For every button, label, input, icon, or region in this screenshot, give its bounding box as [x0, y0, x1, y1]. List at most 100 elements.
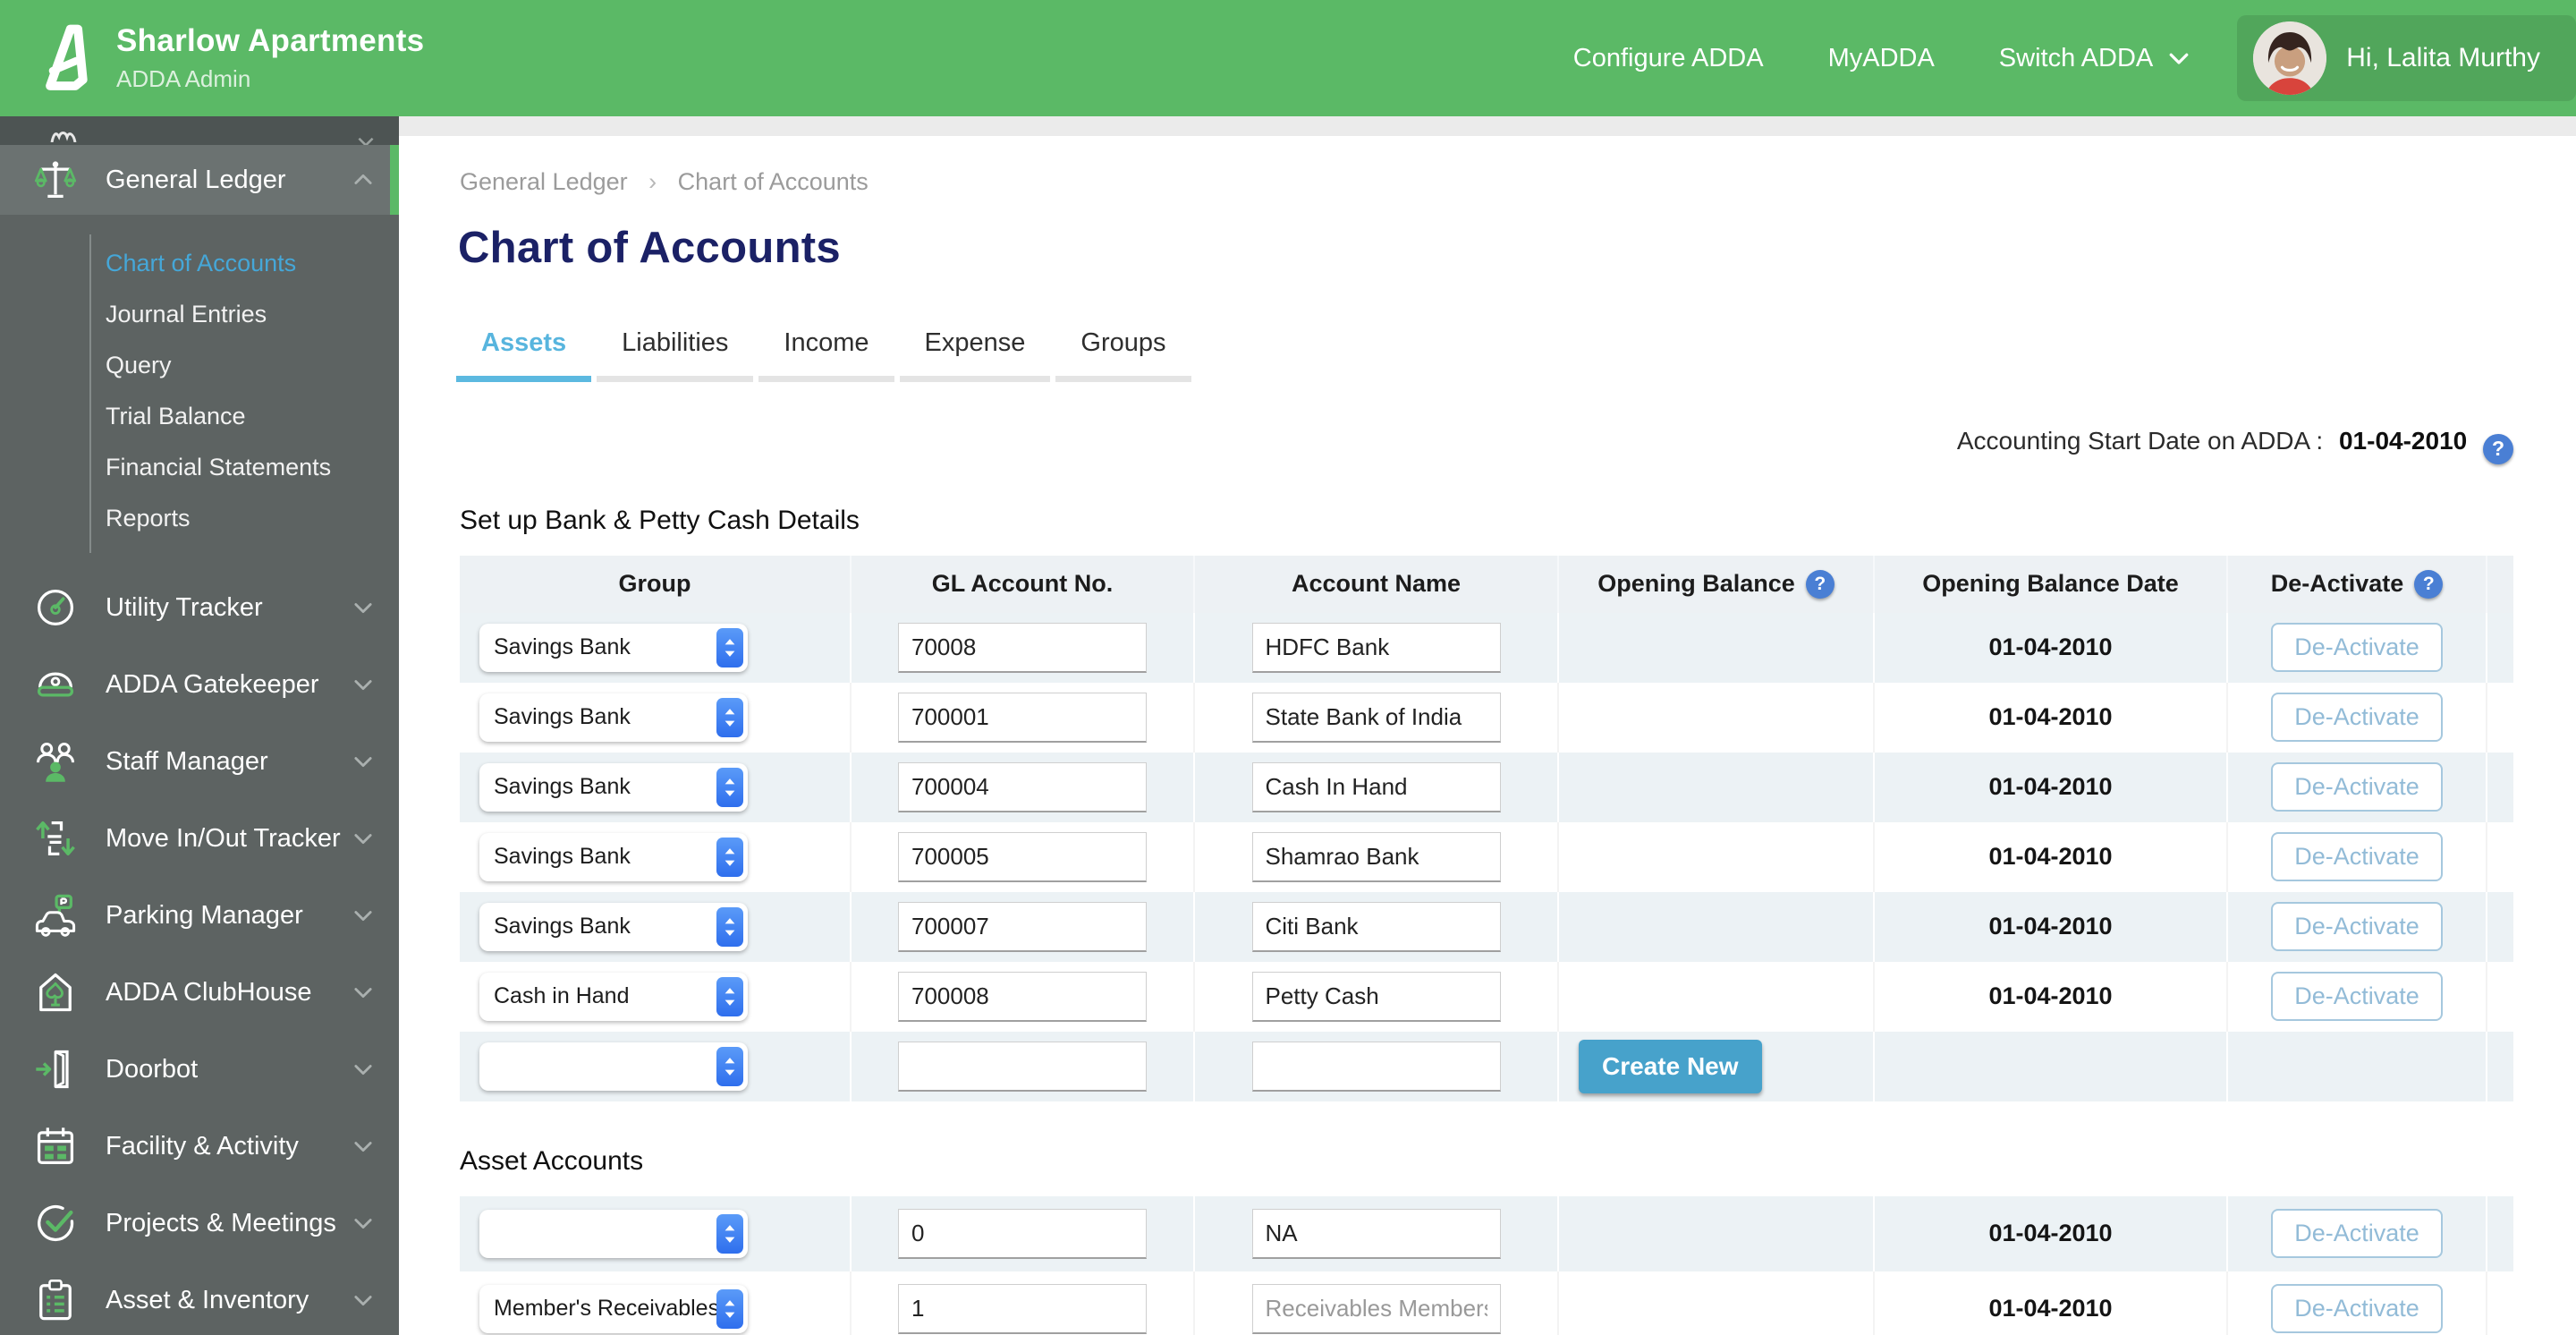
- account-name-input[interactable]: [1251, 971, 1501, 1022]
- deactivate-cell: [2226, 1031, 2486, 1101]
- help-icon[interactable]: ?: [2414, 569, 2444, 599]
- spacer-cell: [2486, 891, 2513, 962]
- sidebar-item-utility-tracker[interactable]: Utility Tracker: [0, 569, 399, 646]
- chevron-up-icon: [351, 167, 376, 192]
- column-header-de-activate: De-Activate?: [2226, 555, 2486, 613]
- gl-account-input[interactable]: [898, 971, 1147, 1022]
- sidebar-item-facility-activity[interactable]: Facility & Activity: [0, 1108, 399, 1185]
- breadcrumb: General Ledger › Chart of Accounts: [460, 168, 2576, 196]
- sidebar-item-query[interactable]: Query: [0, 340, 399, 391]
- group-cell: [460, 1032, 850, 1101]
- group-select[interactable]: [479, 1209, 748, 1258]
- deactivate-button[interactable]: De-Activate: [2271, 1209, 2443, 1258]
- configure-adda-link[interactable]: Configure ADDA: [1573, 44, 1764, 73]
- group-select-value: Savings Bank: [494, 844, 631, 869]
- gl-account-input[interactable]: [898, 1041, 1147, 1092]
- group-select[interactable]: Savings Bank: [479, 623, 748, 672]
- gatekeeper-cap-icon: [30, 659, 80, 710]
- chevron-down-icon: [351, 672, 376, 697]
- tab-groups[interactable]: Groups: [1055, 328, 1191, 382]
- opening-balance-cell: [1557, 612, 1873, 683]
- group-select[interactable]: Member's Receivables: [479, 1284, 748, 1333]
- table-row: Savings Bank 01-04-2010 De-Activate: [460, 682, 2513, 753]
- gl-account-cell: [850, 1195, 1193, 1271]
- group-select[interactable]: Cash in Hand: [479, 972, 748, 1021]
- sidebar-item-general-ledger[interactable]: General Ledger: [0, 145, 399, 215]
- deactivate-button[interactable]: De-Activate: [2271, 902, 2443, 951]
- switch-adda-link[interactable]: Switch ADDA: [1999, 44, 2192, 73]
- deactivate-button[interactable]: De-Activate: [2271, 972, 2443, 1021]
- user-chip[interactable]: Hi, Lalita Murthy: [2237, 15, 2576, 101]
- sidebar-item-adda-clubhouse[interactable]: ADDA ClubHouse: [0, 954, 399, 1031]
- account-name-input[interactable]: [1251, 761, 1501, 812]
- table-row: Cash in Hand 01-04-2010 De-Activate: [460, 961, 2513, 1032]
- group-select[interactable]: Savings Bank: [479, 762, 748, 812]
- gl-account-input[interactable]: [898, 1283, 1147, 1334]
- create-new-button[interactable]: Create New: [1579, 1039, 1762, 1093]
- sidebar-item-projects-meetings[interactable]: Projects & Meetings: [0, 1185, 399, 1262]
- group-select[interactable]: [479, 1042, 748, 1091]
- group-select[interactable]: Savings Bank: [479, 693, 748, 742]
- breadcrumb-general-ledger[interactable]: General Ledger: [460, 168, 628, 195]
- top-header: Sharlow Apartments ADDA Admin Configure …: [0, 0, 2576, 116]
- gl-account-input[interactable]: [898, 622, 1147, 673]
- app-label: ADDA Admin: [116, 65, 251, 92]
- bank-section-title: Set up Bank & Petty Cash Details: [460, 505, 860, 535]
- select-spinner-icon: [716, 697, 743, 737]
- breadcrumb-chart-of-accounts[interactable]: Chart of Accounts: [678, 168, 869, 195]
- account-name-input[interactable]: [1251, 1208, 1501, 1259]
- user-greeting: Hi, Lalita Murthy: [2346, 43, 2540, 72]
- help-icon[interactable]: ?: [2483, 433, 2513, 464]
- account-name-input[interactable]: [1251, 831, 1501, 882]
- sidebar-item-label: ADDA Gatekeeper: [106, 669, 319, 699]
- gl-account-input[interactable]: [898, 901, 1147, 952]
- sidebar-item-chart-of-accounts[interactable]: Chart of Accounts: [0, 238, 399, 289]
- table-header-row: Group GL Account No. Account Name Opening B…: [460, 555, 2513, 613]
- account-name-input[interactable]: [1251, 901, 1501, 952]
- sidebar-item-asset-inventory[interactable]: Asset & Inventory: [0, 1262, 399, 1335]
- deactivate-button[interactable]: De-Activate: [2271, 1284, 2443, 1333]
- group-select[interactable]: Savings Bank: [479, 902, 748, 951]
- group-select-value: Savings Bank: [494, 774, 631, 799]
- deactivate-button[interactable]: De-Activate: [2271, 762, 2443, 812]
- sidebar-item-trial-balance[interactable]: Trial Balance: [0, 391, 399, 442]
- myadda-link[interactable]: MyADDA: [1828, 44, 1935, 73]
- gl-account-cell: [850, 682, 1193, 753]
- deactivate-button[interactable]: De-Activate: [2271, 832, 2443, 881]
- tab-assets[interactable]: Assets: [456, 328, 592, 382]
- account-name-input[interactable]: [1251, 1283, 1501, 1334]
- gl-account-input[interactable]: [898, 1208, 1147, 1259]
- opening-balance-cell: [1557, 961, 1873, 1032]
- gl-account-cell: [850, 612, 1193, 683]
- sidebar-item-parking-manager[interactable]: Parking Manager: [0, 877, 399, 954]
- spacer-cell: [2486, 1031, 2513, 1101]
- group-cell: Savings Bank: [460, 822, 850, 892]
- sidebar-item-journal-entries[interactable]: Journal Entries: [0, 289, 399, 340]
- opening-balance-cell: [1557, 821, 1873, 892]
- sidebar-item-doorbot[interactable]: Doorbot: [0, 1031, 399, 1108]
- deactivate-button[interactable]: De-Activate: [2271, 693, 2443, 742]
- staff-people-icon: [30, 736, 80, 787]
- adda-admin-app: Sharlow Apartments ADDA Admin Configure …: [0, 0, 2576, 1335]
- tab-income[interactable]: Income: [758, 328, 894, 382]
- sidebar-item-adda-gatekeeper[interactable]: ADDA Gatekeeper: [0, 646, 399, 723]
- account-name-input[interactable]: [1251, 622, 1501, 673]
- group-select-value: Cash in Hand: [494, 983, 630, 1008]
- gl-account-input[interactable]: [898, 761, 1147, 812]
- sidebar-item-reports[interactable]: Reports: [0, 493, 399, 544]
- account-name-input[interactable]: [1251, 1041, 1501, 1092]
- tab-expense[interactable]: Expense: [899, 328, 1051, 382]
- help-icon[interactable]: ?: [1805, 569, 1835, 599]
- sidebar-item-financial-statements[interactable]: Financial Statements: [0, 442, 399, 493]
- group-cell: Savings Bank: [460, 613, 850, 683]
- sidebar-item-move-in-out-tracker[interactable]: Move In/Out Tracker: [0, 800, 399, 877]
- spacer-cell: [2486, 1271, 2513, 1335]
- group-select[interactable]: Savings Bank: [479, 832, 748, 881]
- deactivate-button[interactable]: De-Activate: [2271, 623, 2443, 672]
- gl-account-input[interactable]: [898, 692, 1147, 743]
- sidebar-item-partial[interactable]: [0, 116, 399, 145]
- gl-account-input[interactable]: [898, 831, 1147, 882]
- tab-liabilities[interactable]: Liabilities: [597, 328, 754, 382]
- account-name-input[interactable]: [1251, 692, 1501, 743]
- sidebar-item-staff-manager[interactable]: Staff Manager: [0, 723, 399, 800]
